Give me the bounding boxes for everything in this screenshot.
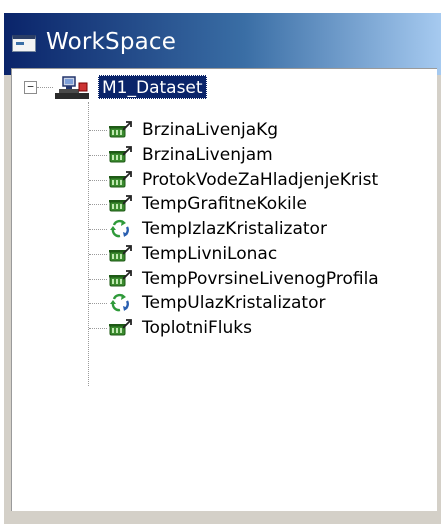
dataset-icon (55, 76, 89, 99)
tree-item-label: ToplotniFluks (142, 318, 252, 338)
tank-icon (109, 319, 132, 336)
tree-connector (89, 229, 107, 230)
tank-icon (109, 171, 132, 188)
tree-item-label: TempGrafitneKokile (142, 194, 307, 214)
tree-connector (89, 303, 107, 304)
tree-connector (89, 180, 107, 181)
tree-connector (89, 204, 107, 205)
tank-icon (109, 146, 132, 163)
workspace-titlebar: WorkSpace (4, 13, 441, 75)
tree-item[interactable]: ToplotniFluks (108, 316, 428, 340)
tree-item[interactable]: TempGrafitneKokile (108, 192, 428, 216)
tree-item-label: TempUlazKristalizator (142, 293, 326, 313)
tree-item[interactable]: ProtokVodeZaHladjenjeKrist (108, 168, 428, 192)
tank-icon (109, 270, 132, 287)
tank-icon (109, 195, 132, 212)
tree-item[interactable]: BrzinaLivenjaKg (108, 118, 428, 142)
collapse-toggle[interactable]: − (24, 81, 37, 94)
workspace-title: WorkSpace (46, 29, 177, 55)
tree-connector (88, 102, 89, 386)
tree-item-label: BrzinaLivenjam (142, 145, 273, 165)
tree-connector (89, 254, 107, 255)
cycle-icon (110, 293, 129, 312)
tree-item[interactable]: TempIzlazKristalizator (108, 217, 428, 241)
tree-item[interactable]: TempUlazKristalizator (108, 291, 428, 315)
tree-root-label[interactable]: M1_Dataset (98, 75, 207, 99)
tree-connector (89, 155, 107, 156)
tree-connector (89, 328, 107, 329)
tree-item[interactable]: BrzinaLivenjam (108, 143, 428, 167)
tree-item-label: ProtokVodeZaHladjenjeKrist (142, 170, 379, 190)
tree-connector (89, 279, 107, 280)
tree-item[interactable]: TempPovrsineLivenogProfila (108, 267, 428, 291)
tree-connector (89, 130, 107, 131)
tree-item-label: TempLivniLonac (142, 244, 278, 264)
window-icon (12, 35, 36, 52)
tank-icon (109, 245, 132, 262)
tree-item-label: BrzinaLivenjaKg (142, 120, 279, 140)
cycle-icon (110, 219, 129, 238)
tree-item[interactable]: TempLivniLonac (108, 242, 428, 266)
tree-connector (37, 87, 53, 88)
tree-item-label: TempPovrsineLivenogProfila (142, 269, 379, 289)
tree-item-label: TempIzlazKristalizator (142, 219, 327, 239)
tank-icon (109, 121, 132, 138)
